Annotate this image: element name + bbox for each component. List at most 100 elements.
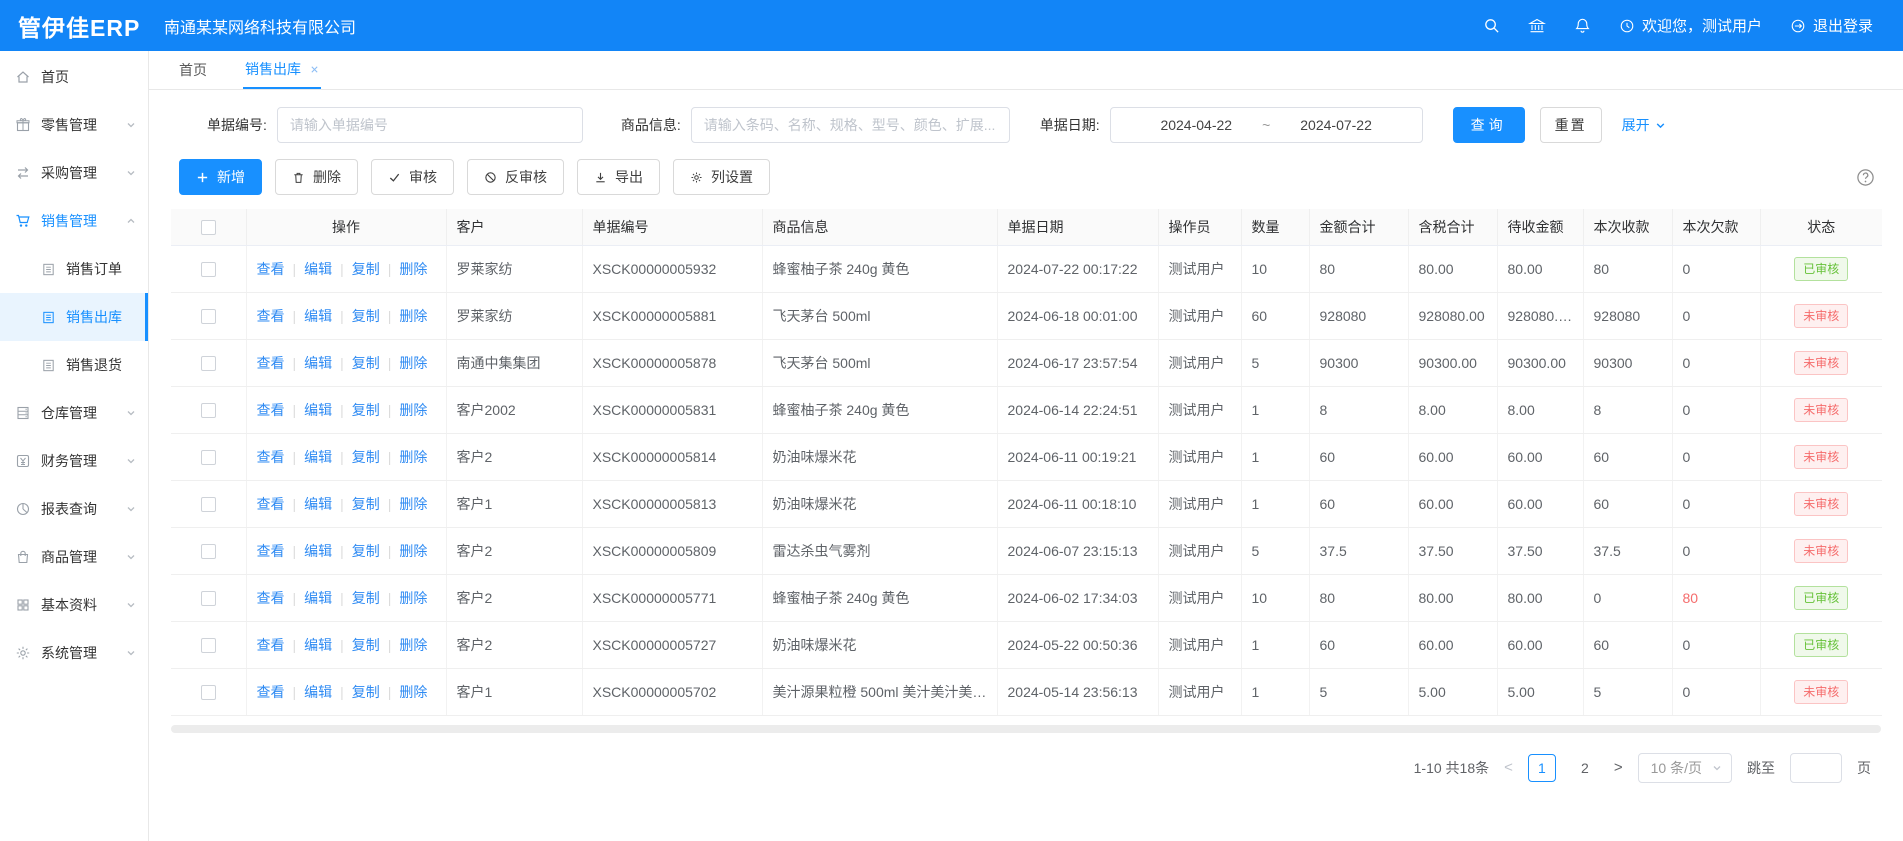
product-info-input[interactable] — [691, 107, 1010, 143]
delete-link[interactable]: 删除 — [399, 496, 427, 512]
copy-link[interactable]: 复制 — [352, 637, 380, 653]
edit-link[interactable]: 编辑 — [304, 355, 332, 371]
copy-link[interactable]: 复制 — [352, 449, 380, 465]
view-link[interactable]: 查看 — [257, 402, 285, 418]
sidebar-item-sales-return[interactable]: 销售退货 — [0, 341, 148, 389]
search-button[interactable]: 查询 — [1453, 107, 1525, 143]
reset-button[interactable]: 重置 — [1540, 107, 1602, 143]
sidebar-item-retail[interactable]: 零售管理 — [0, 101, 148, 149]
date-range-picker[interactable]: 2024-04-22 ~ 2024-07-22 — [1110, 107, 1423, 143]
row-checkbox[interactable] — [201, 403, 216, 418]
cell-tax-total: 80.00 — [1408, 574, 1497, 621]
select-all-checkbox[interactable] — [201, 220, 216, 235]
jump-page-input[interactable] — [1790, 753, 1842, 783]
copy-link[interactable]: 复制 — [352, 402, 380, 418]
sidebar-item-sales-order[interactable]: 销售订单 — [0, 245, 148, 293]
copy-link[interactable]: 复制 — [352, 543, 380, 559]
row-checkbox[interactable] — [201, 309, 216, 324]
view-link[interactable]: 查看 — [257, 261, 285, 277]
sidebar-item-finance[interactable]: 财务管理 — [0, 437, 148, 485]
copy-link[interactable]: 复制 — [352, 590, 380, 606]
search-icon[interactable] — [1483, 17, 1500, 34]
view-link[interactable]: 查看 — [257, 308, 285, 324]
sidebar-item-basic-data[interactable]: 基本资料 — [0, 581, 148, 629]
copy-link[interactable]: 复制 — [352, 496, 380, 512]
col-customer: 客户 — [446, 209, 582, 245]
row-checkbox[interactable] — [201, 638, 216, 653]
next-page-button[interactable]: > — [1614, 759, 1623, 776]
page-1-button[interactable]: 1 — [1528, 754, 1556, 782]
copy-link[interactable]: 复制 — [352, 308, 380, 324]
view-link[interactable]: 查看 — [257, 684, 285, 700]
export-button[interactable]: 导出 — [577, 159, 660, 195]
delete-link[interactable]: 删除 — [399, 402, 427, 418]
view-link[interactable]: 查看 — [257, 355, 285, 371]
delete-button[interactable]: 删除 — [275, 159, 358, 195]
edit-link[interactable]: 编辑 — [304, 590, 332, 606]
delete-link[interactable]: 删除 — [399, 543, 427, 559]
welcome-user[interactable]: 欢迎您，测试用户 — [1619, 15, 1762, 36]
row-checkbox[interactable] — [201, 450, 216, 465]
row-checkbox[interactable] — [201, 356, 216, 371]
row-checkbox[interactable] — [201, 262, 216, 277]
tab-sales-outbound[interactable]: 销售出库 — [243, 51, 321, 89]
edit-link[interactable]: 编辑 — [304, 496, 332, 512]
sidebar-item-products[interactable]: 商品管理 — [0, 533, 148, 581]
view-link[interactable]: 查看 — [257, 637, 285, 653]
sidebar-item-reports[interactable]: 报表查询 — [0, 485, 148, 533]
page-2-button[interactable]: 2 — [1571, 754, 1599, 782]
doc-no-input[interactable] — [277, 107, 583, 143]
cell-owed: 0 — [1672, 527, 1760, 574]
date-to[interactable]: 2024-07-22 — [1300, 117, 1372, 133]
sidebar-item-home[interactable]: 首页 — [0, 53, 148, 101]
delete-link[interactable]: 删除 — [399, 449, 427, 465]
sidebar-item-system[interactable]: 系统管理 — [0, 629, 148, 677]
tab-home[interactable]: 首页 — [177, 51, 209, 89]
delete-link[interactable]: 删除 — [399, 355, 427, 371]
prev-page-button[interactable]: < — [1504, 759, 1513, 776]
sidebar-item-purchase[interactable]: 采购管理 — [0, 149, 148, 197]
copy-link[interactable]: 复制 — [352, 684, 380, 700]
delete-link[interactable]: 删除 — [399, 308, 427, 324]
sidebar-item-warehouse[interactable]: 仓库管理 — [0, 389, 148, 437]
edit-link[interactable]: 编辑 — [304, 402, 332, 418]
view-link[interactable]: 查看 — [257, 496, 285, 512]
edit-link[interactable]: 编辑 — [304, 637, 332, 653]
edit-link[interactable]: 编辑 — [304, 308, 332, 324]
question-circle-icon[interactable] — [1856, 168, 1875, 187]
status-badge: 未审核 — [1794, 445, 1848, 469]
bank-icon[interactable] — [1528, 17, 1546, 35]
delete-link[interactable]: 删除 — [399, 261, 427, 277]
edit-link[interactable]: 编辑 — [304, 449, 332, 465]
sidebar-item-sales[interactable]: 销售管理 — [0, 197, 148, 245]
audit-button[interactable]: 审核 — [371, 159, 454, 195]
chevron-down-icon — [126, 168, 136, 178]
row-checkbox[interactable] — [201, 591, 216, 606]
status-badge: 未审核 — [1794, 304, 1848, 328]
close-icon[interactable] — [310, 65, 319, 74]
row-checkbox[interactable] — [201, 544, 216, 559]
view-link[interactable]: 查看 — [257, 449, 285, 465]
copy-link[interactable]: 复制 — [352, 355, 380, 371]
row-checkbox[interactable] — [201, 685, 216, 700]
view-link[interactable]: 查看 — [257, 543, 285, 559]
delete-link[interactable]: 删除 — [399, 684, 427, 700]
logout-button[interactable]: 退出登录 — [1790, 15, 1873, 36]
page-size-select[interactable]: 10 条/页 — [1638, 753, 1732, 783]
edit-link[interactable]: 编辑 — [304, 684, 332, 700]
delete-link[interactable]: 删除 — [399, 590, 427, 606]
add-button[interactable]: 新增 — [179, 159, 262, 195]
edit-link[interactable]: 编辑 — [304, 261, 332, 277]
view-link[interactable]: 查看 — [257, 590, 285, 606]
delete-link[interactable]: 删除 — [399, 637, 427, 653]
date-from[interactable]: 2024-04-22 — [1160, 117, 1232, 133]
column-settings-button[interactable]: 列设置 — [673, 159, 770, 195]
copy-link[interactable]: 复制 — [352, 261, 380, 277]
row-checkbox[interactable] — [201, 497, 216, 512]
horizontal-scrollbar[interactable] — [171, 725, 1881, 733]
expand-link[interactable]: 展开 — [1622, 115, 1666, 135]
unaudit-button[interactable]: 反审核 — [467, 159, 564, 195]
edit-link[interactable]: 编辑 — [304, 543, 332, 559]
sidebar-item-sales-outbound[interactable]: 销售出库 — [0, 293, 148, 341]
bell-icon[interactable] — [1574, 17, 1591, 34]
